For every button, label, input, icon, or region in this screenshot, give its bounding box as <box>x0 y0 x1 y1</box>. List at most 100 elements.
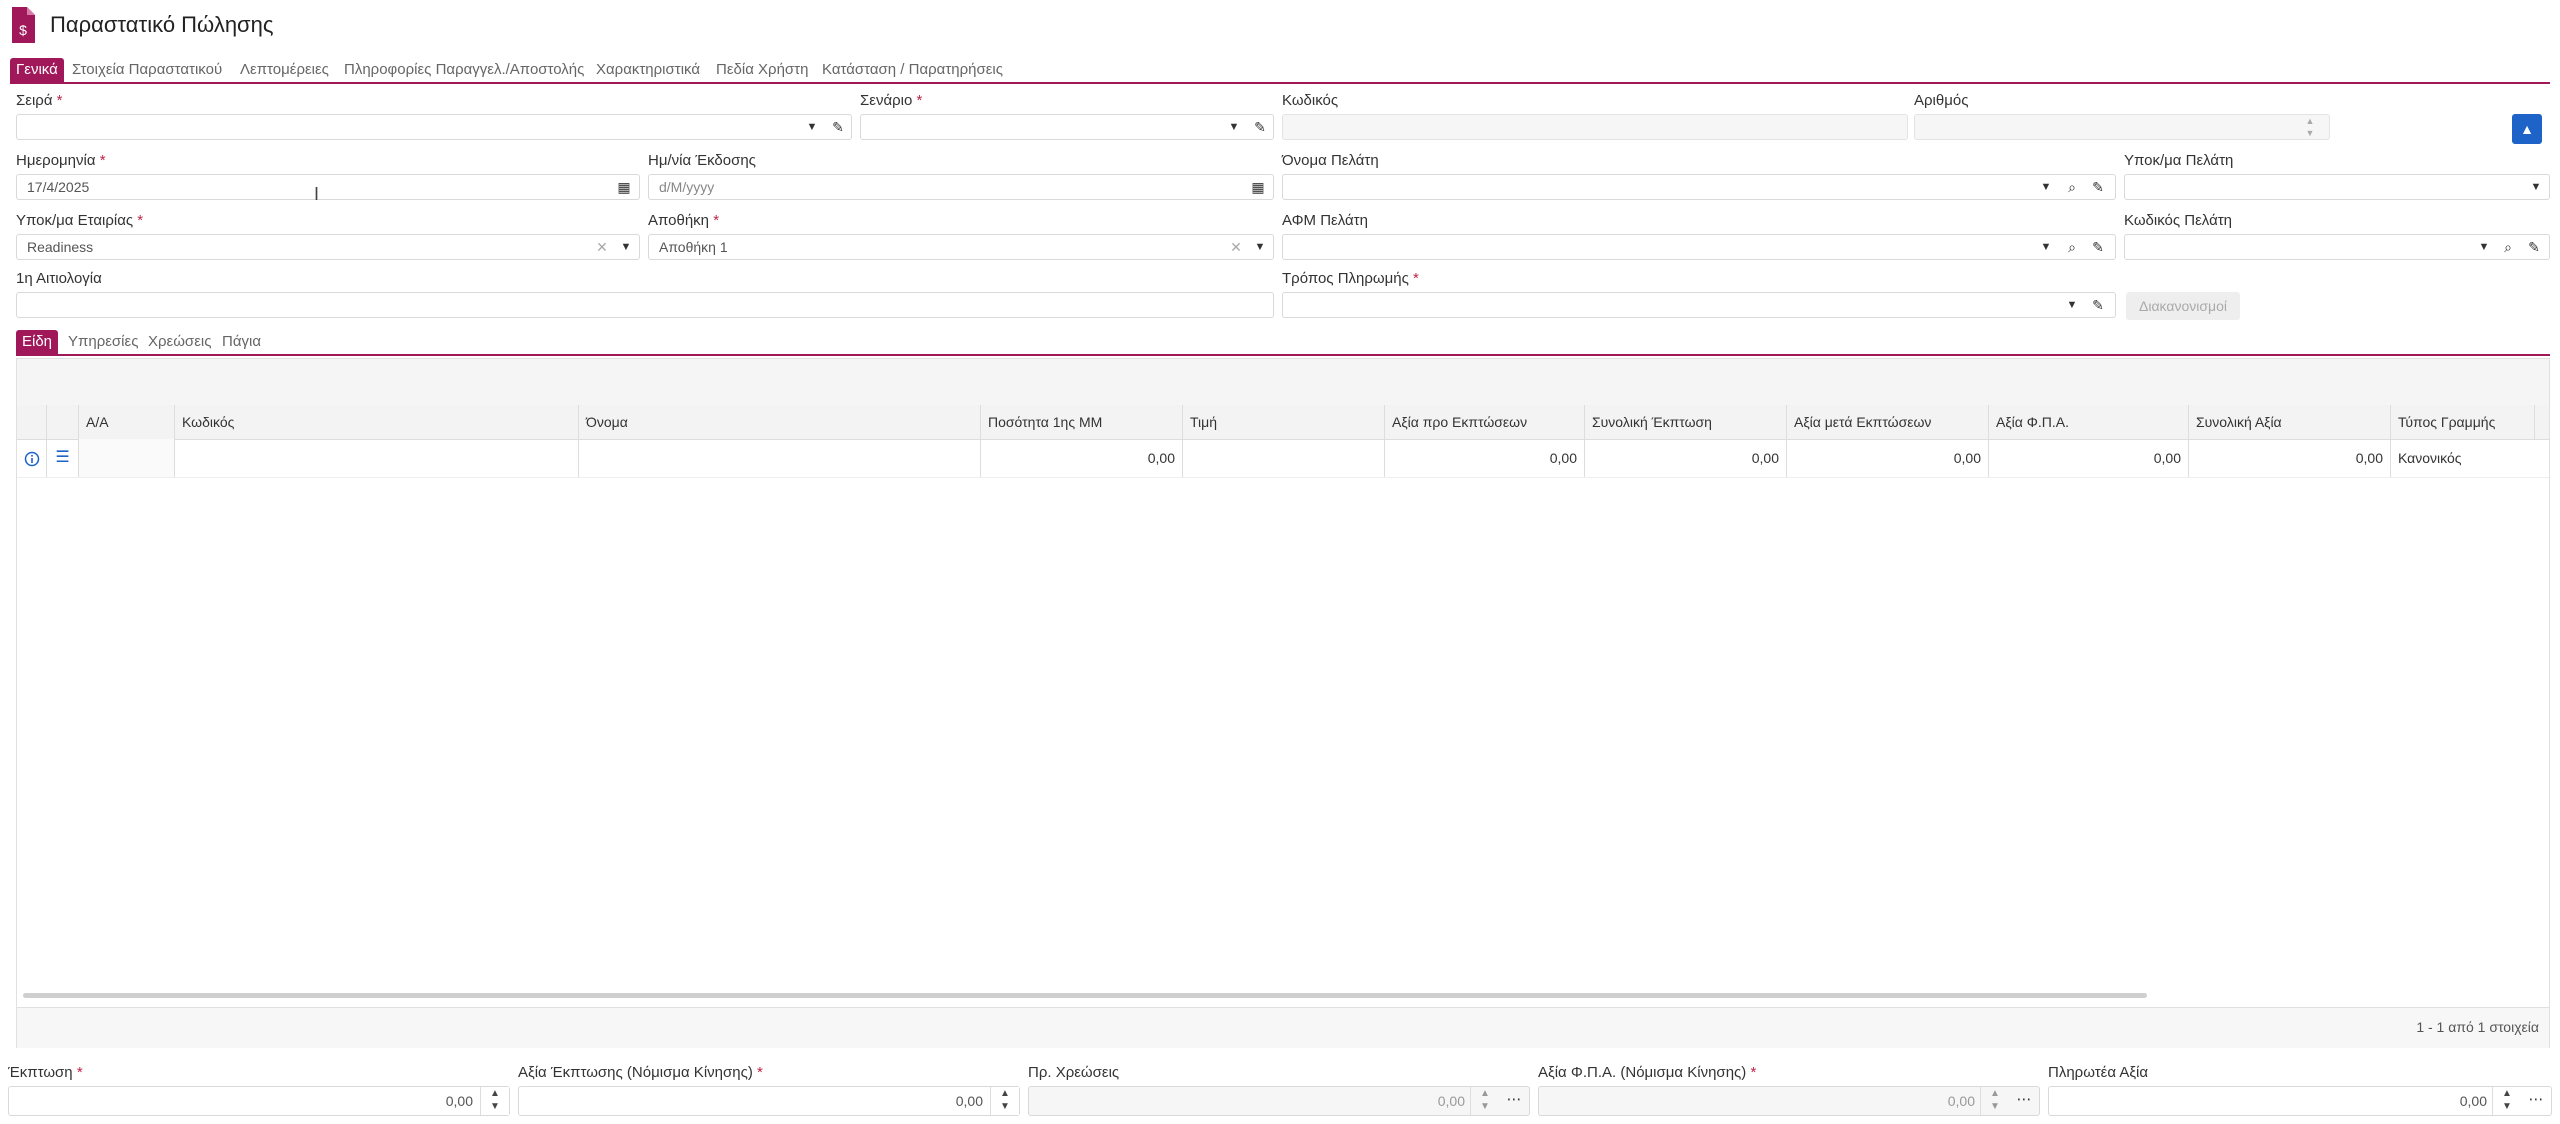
aitiologia-field[interactable] <box>16 292 1274 318</box>
clear-icon[interactable]: ✕ <box>1225 237 1247 257</box>
tab-xaraktiristika[interactable]: Χαρακτηριστικά <box>596 58 700 82</box>
ypok-etairias-label: Υποκ/μα Εταιρίας * <box>16 212 144 229</box>
imerominia-field[interactable]: 17/4/2025 ▦ <box>16 174 640 200</box>
stepper-icon[interactable]: ▲ ▼ <box>2492 1087 2521 1115</box>
cell-onoma[interactable] <box>579 439 981 477</box>
cell-axia-pro[interactable]: 0,00 <box>1385 439 1585 477</box>
apothiki-field[interactable]: Αποθήκη 1 ✕ ▼ <box>648 234 1274 260</box>
edit-pencil-icon[interactable]: ✎ <box>1249 117 1271 137</box>
chevron-down-icon[interactable]: ▼ <box>2035 177 2057 197</box>
imerominia-label: Ημερομηνία * <box>16 152 106 169</box>
ekdosi-label: Ημ/νία Έκδοσης <box>648 152 756 169</box>
pliroteа-axia-field[interactable]: 0,00 ▲ ▼ ⋯ <box>2048 1086 2552 1116</box>
chevron-down-icon[interactable]: ▼ <box>2061 295 2083 315</box>
ekptosi-label: Έκπτωση * <box>8 1064 83 1081</box>
cell-ekptosi[interactable]: 0,00 <box>1585 439 1787 477</box>
clear-icon[interactable]: ✕ <box>591 237 613 257</box>
column-header[interactable]: Αξία μετά Εκπτώσεων <box>1787 405 1989 439</box>
axia-fpa-field: 0,00 ▲ ▼ ⋯ <box>1538 1086 2040 1116</box>
collapse-button[interactable]: ▲ <box>2512 114 2542 144</box>
grid-footer: 1 - 1 από 1 στοιχεία <box>17 1007 2549 1048</box>
tab-xreoseis[interactable]: Χρεώσεις <box>148 330 211 354</box>
afm-pelati-field[interactable]: ▼ ⌕ ✎ <box>1282 234 2116 260</box>
chevron-down-icon[interactable]: ▼ <box>2473 237 2495 257</box>
tab-plirofories-paraggelias[interactable]: Πληροφορίες Παραγγελ./Αποστολής <box>344 58 584 82</box>
tab-pagia[interactable]: Πάγια <box>222 330 261 354</box>
tab-genika[interactable]: Γενικά <box>10 58 64 82</box>
axia-ekptosis-label: Αξία Έκπτωσης (Νόμισμα Κίνησης) * <box>518 1064 763 1081</box>
column-header[interactable]: Όνομα <box>579 405 981 439</box>
axia-ekptosis-field[interactable]: 0,00 ▲ ▼ <box>518 1086 1020 1116</box>
apothiki-label: Αποθήκη * <box>648 212 720 229</box>
pliroteа-axia-label: Πληρωτέα Αξία <box>2048 1064 2149 1081</box>
edit-pencil-icon[interactable]: ✎ <box>2087 177 2109 197</box>
senario-field[interactable]: ▼ ✎ <box>860 114 1274 140</box>
row-menu-icon[interactable]: ☰ <box>47 439 79 477</box>
more-options-icon[interactable]: ⋯ <box>2523 1089 2549 1113</box>
ypok-pelati-field[interactable]: ▼ <box>2124 174 2550 200</box>
chevron-down-icon[interactable]: ▼ <box>2035 237 2057 257</box>
column-header[interactable]: Ποσότητα 1ης ΜΜ <box>981 405 1183 439</box>
edit-pencil-icon[interactable]: ✎ <box>827 117 849 137</box>
more-options-icon[interactable]: ⋯ <box>2011 1089 2037 1113</box>
search-icon[interactable]: ⌕ <box>2497 237 2519 257</box>
cell-synoliki[interactable]: 0,00 <box>2189 439 2391 477</box>
column-header[interactable]: Τιμή <box>1183 405 1385 439</box>
search-icon[interactable]: ⌕ <box>2061 177 2083 197</box>
calendar-icon[interactable]: ▦ <box>613 177 635 197</box>
info-icon[interactable] <box>17 439 47 477</box>
cell-posotita[interactable]: 0,00 <box>981 439 1183 477</box>
arithmos-field: ▲ ▼ <box>1914 114 2330 140</box>
diakanonismoi-button[interactable]: Διακανονισμοί <box>2126 292 2240 320</box>
seira-field[interactable]: ▼ ✎ <box>16 114 852 140</box>
tab-leptomereies[interactable]: Λεπτομέρειες <box>240 58 329 82</box>
column-header[interactable]: Κωδικός <box>175 405 579 439</box>
chevron-down-icon[interactable]: ▼ <box>801 117 823 137</box>
kodikos-field <box>1282 114 1908 140</box>
stepper-icon: ▲ ▼ <box>1470 1087 1499 1115</box>
chevron-down-icon[interactable]: ▼ <box>1223 117 1245 137</box>
column-header[interactable]: Αξία προ Εκπτώσεων <box>1385 405 1585 439</box>
tab-pedia-xristi[interactable]: Πεδία Χρήστη <box>716 58 808 82</box>
edit-pencil-icon[interactable]: ✎ <box>2087 295 2109 315</box>
ypok-pelati-label: Υποκ/μα Πελάτη <box>2124 152 2234 169</box>
chevron-down-icon[interactable]: ▼ <box>615 237 637 257</box>
tab-eidi[interactable]: Είδη <box>16 330 59 354</box>
chevron-down-icon[interactable]: ▼ <box>2525 177 2547 197</box>
text-cursor-icon: I <box>314 184 320 204</box>
tab-ypiresies[interactable]: Υπηρεσίες <box>68 330 138 354</box>
column-header[interactable]: Συνολική Αξία <box>2189 405 2391 439</box>
cell-aa[interactable] <box>79 439 175 477</box>
column-header[interactable]: Αξία Φ.Π.Α. <box>1989 405 2189 439</box>
table-row[interactable]: ☰ 0,00 0,00 0,00 0,00 0,00 0,00 Κανονικό… <box>17 439 2549 478</box>
stepper-icon[interactable]: ▲ ▼ <box>480 1087 509 1115</box>
chevron-down-icon[interactable]: ▼ <box>1249 237 1271 257</box>
kodikos-pelati-label: Κωδικός Πελάτη <box>2124 212 2233 229</box>
tropos-pliromis-field[interactable]: ▼ ✎ <box>1282 292 2116 318</box>
column-header[interactable]: Συνολική Έκπτωση <box>1585 405 1787 439</box>
cell-fpa[interactable]: 0,00 <box>1989 439 2189 477</box>
edit-pencil-icon[interactable]: ✎ <box>2523 237 2545 257</box>
search-icon[interactable]: ⌕ <box>2061 237 2083 257</box>
tropos-pliromis-label: Τρόπος Πληρωμής * <box>1282 270 1419 287</box>
onoma-pelati-field[interactable]: ▼ ⌕ ✎ <box>1282 174 2116 200</box>
cell-axia-meta[interactable]: 0,00 <box>1787 439 1989 477</box>
tab-stoixeia-parastatikou[interactable]: Στοιχεία Παραστατικού <box>72 58 222 82</box>
page-header: $ Παραστατικό Πώλησης <box>0 0 2560 54</box>
edit-pencil-icon[interactable]: ✎ <box>2087 237 2109 257</box>
afm-pelati-label: ΑΦΜ Πελάτη <box>1282 212 1368 229</box>
kodikos-pelati-field[interactable]: ▼ ⌕ ✎ <box>2124 234 2550 260</box>
more-options-icon[interactable]: ⋯ <box>1501 1089 1527 1113</box>
calendar-icon[interactable]: ▦ <box>1247 177 1269 197</box>
cell-kodikos[interactable] <box>175 439 579 477</box>
column-header[interactable]: Α/Α <box>79 405 175 439</box>
stepper-icon[interactable]: ▲ ▼ <box>990 1087 1019 1115</box>
ekdosi-field[interactable]: d/M/yyyy ▦ <box>648 174 1274 200</box>
column-header[interactable]: Τύπος Γραμμής <box>2391 405 2535 439</box>
ypok-etairias-field[interactable]: Readiness ✕ ▼ <box>16 234 640 260</box>
cell-typos[interactable]: Κανονικός <box>2391 439 2535 477</box>
tab-katastasi-paratiriseis[interactable]: Κατάσταση / Παρατηρήσεις <box>822 58 1003 82</box>
ekptosi-field[interactable]: 0,00 ▲ ▼ <box>8 1086 510 1116</box>
cell-timi[interactable] <box>1183 439 1385 477</box>
horizontal-scrollbar[interactable] <box>23 993 2147 998</box>
